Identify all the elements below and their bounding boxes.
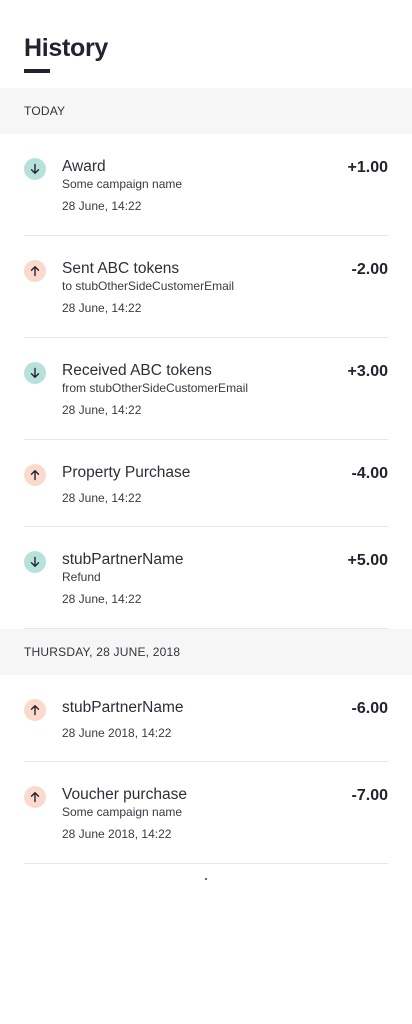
transaction-date: 28 June, 14:22 — [62, 301, 142, 315]
transaction-amount: -4.00 — [351, 465, 388, 482]
transaction-date: 28 June 2018, 14:22 — [62, 726, 172, 740]
transaction-title: stubPartnerName — [62, 551, 184, 568]
transaction-row[interactable]: Voucher purchase Some campaign name 28 Jun… — [24, 762, 388, 864]
history-list: TODAY Award Some campaign name 28 June, 14:… — [0, 88, 412, 864]
transaction-subtitle: to stubOtherSideCustomerEmail — [62, 279, 235, 293]
transaction-list: Award Some campaign name 28 June, 14:22 +1.… — [0, 134, 412, 629]
transaction-title: Voucher purchase — [62, 786, 187, 803]
transaction-title: Property Purchase — [62, 464, 191, 481]
transaction-details: Property Purchase 28 June, 14:22 — [62, 464, 388, 505]
loading-indicator — [205, 878, 207, 880]
transaction-date: 28 June, 14:22 — [62, 403, 142, 417]
transaction-details: Sent ABC tokens to stubOtherSideCustomerE… — [62, 260, 388, 315]
transaction-date: 28 June, 14:22 — [62, 491, 142, 505]
transaction-amount: +3.00 — [347, 363, 388, 380]
arrow-up-icon — [24, 786, 46, 808]
transaction-subtitle: from stubOtherSideCustomerEmail — [62, 381, 249, 395]
transaction-row[interactable]: stubPartnerName Refund 28 June, 14:22 +5.00 — [24, 527, 388, 629]
transaction-list: stubPartnerName 28 June 2018, 14:22 -6.00 V… — [0, 675, 412, 864]
section-header: THURSDAY, 28 JUNE, 2018 — [0, 629, 412, 675]
transaction-title: Sent ABC tokens — [62, 260, 180, 277]
transaction-date: 28 June, 14:22 — [62, 592, 142, 606]
arrow-down-icon — [24, 551, 46, 573]
transaction-date: 28 June, 14:22 — [62, 199, 142, 213]
title-underline — [24, 69, 50, 73]
transaction-title: Award — [62, 158, 106, 175]
transaction-row[interactable]: stubPartnerName 28 June 2018, 14:22 -6.00 — [24, 675, 388, 762]
transaction-amount: -2.00 — [351, 261, 388, 278]
transaction-date: 28 June 2018, 14:22 — [62, 827, 172, 841]
transaction-amount: +5.00 — [347, 552, 388, 569]
transaction-row[interactable]: Sent ABC tokens to stubOtherSideCustomerE… — [24, 236, 388, 338]
page-header: History — [0, 0, 412, 88]
transaction-amount: -6.00 — [351, 700, 388, 717]
arrow-up-icon — [24, 699, 46, 721]
transaction-row[interactable]: Received ABC tokens from stubOtherSideCus… — [24, 338, 388, 440]
page-title: History — [24, 34, 109, 62]
transaction-details: stubPartnerName 28 June 2018, 14:22 — [62, 699, 388, 740]
transaction-subtitle: Refund — [62, 570, 101, 584]
transaction-amount: -7.00 — [351, 787, 388, 804]
arrow-down-icon — [24, 158, 46, 180]
transaction-row[interactable]: Property Purchase 28 June, 14:22 -4.00 — [24, 440, 388, 527]
transaction-details: stubPartnerName Refund 28 June, 14:22 — [62, 551, 388, 606]
transaction-details: Award Some campaign name 28 June, 14:22 — [62, 158, 388, 213]
transaction-title: Received ABC tokens — [62, 362, 212, 379]
arrow-up-icon — [24, 260, 46, 282]
section-header: TODAY — [0, 88, 412, 134]
transaction-subtitle: Some campaign name — [62, 177, 183, 191]
transaction-subtitle: Some campaign name — [62, 805, 183, 819]
arrow-down-icon — [24, 362, 46, 384]
transaction-details: Voucher purchase Some campaign name 28 Jun… — [62, 786, 388, 841]
arrow-up-icon — [24, 464, 46, 486]
transaction-amount: +1.00 — [347, 159, 388, 176]
transaction-details: Received ABC tokens from stubOtherSideCus… — [62, 362, 388, 417]
transaction-title: stubPartnerName — [62, 699, 184, 716]
transaction-row[interactable]: Award Some campaign name 28 June, 14:22 +1.… — [24, 134, 388, 236]
